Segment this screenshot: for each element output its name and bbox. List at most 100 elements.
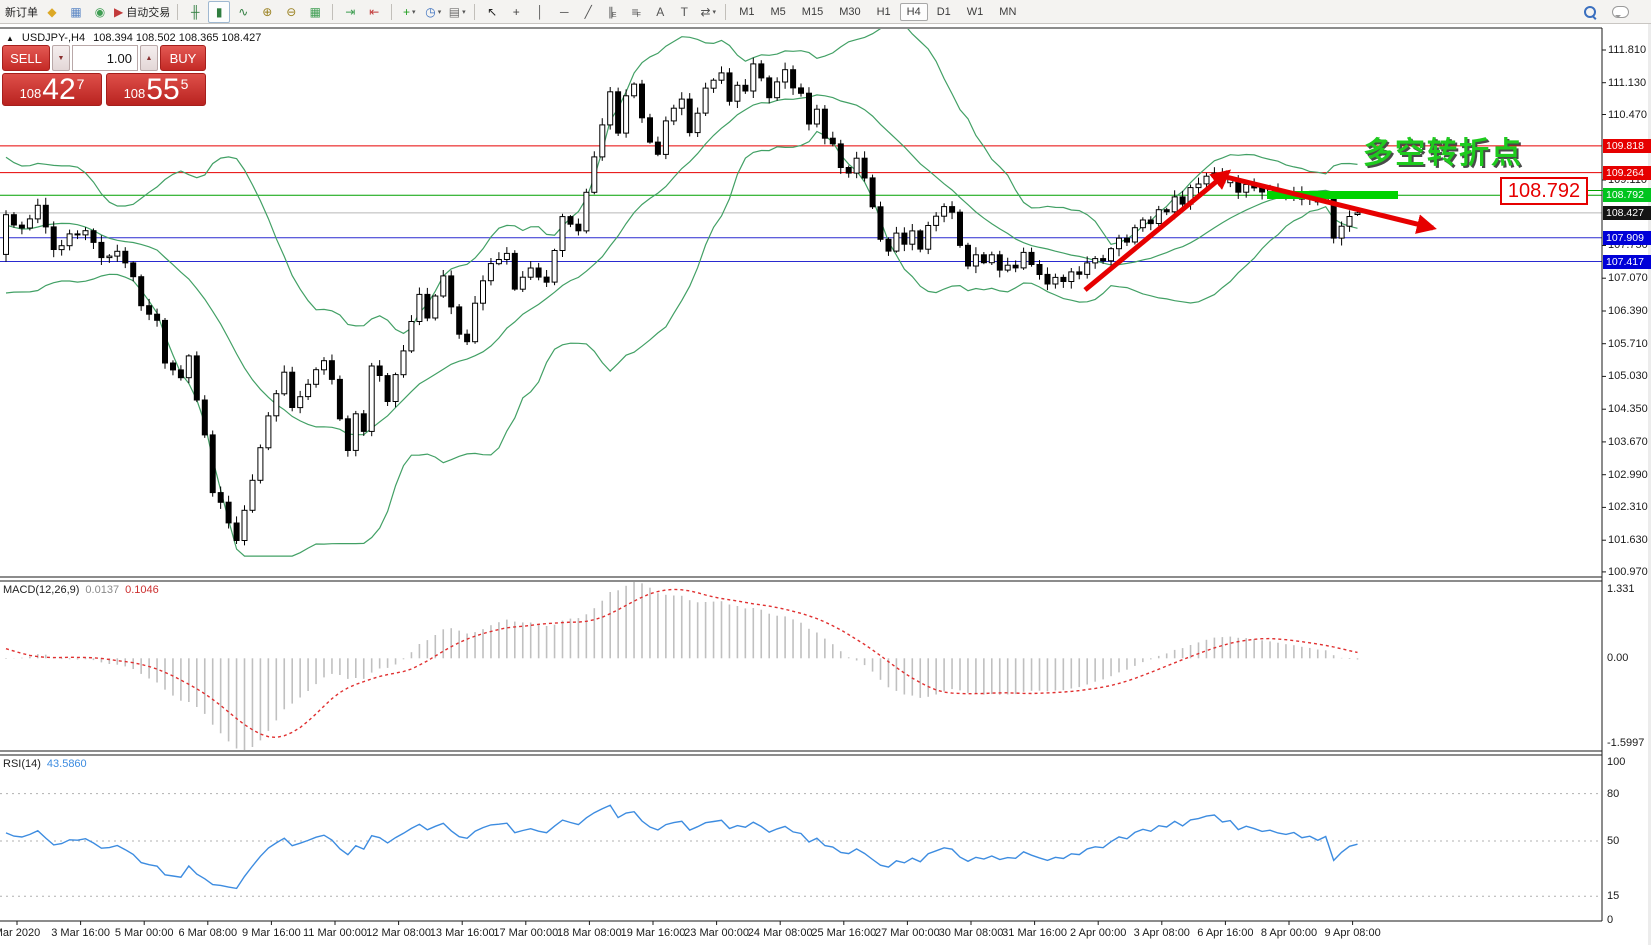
sell-price[interactable]: 108 42 7 xyxy=(2,73,102,106)
cursor-icon[interactable]: ↖ xyxy=(481,1,503,23)
time-axis-label: 11 Mar 00:00 xyxy=(303,927,367,939)
price-label-connector xyxy=(1588,190,1603,191)
price-label-box: 108.792 xyxy=(1500,177,1588,205)
timeframe-w1[interactable]: W1 xyxy=(960,3,991,21)
timeframe-m30[interactable]: M30 xyxy=(832,3,867,21)
rsi-axis-tick: 50 xyxy=(1607,835,1619,847)
dropdown-caret-icon[interactable]: ▾ xyxy=(462,8,466,16)
arrows-icon[interactable]: ⇄▾ xyxy=(697,1,719,23)
price-axis-tick: 105.710 xyxy=(1608,338,1648,350)
price-axis-tick: 103.670 xyxy=(1608,436,1648,448)
dropdown-caret-icon[interactable]: ▾ xyxy=(713,8,717,16)
time-axis-label: 3 Apr 08:00 xyxy=(1134,927,1190,939)
rsi-value: 43.5860 xyxy=(47,758,87,770)
crosshair-icon[interactable]: + xyxy=(505,1,527,23)
zoom-out-icon[interactable]: ⊖ xyxy=(280,1,302,23)
price-axis-tick: 100.970 xyxy=(1608,566,1648,578)
trendline-icon[interactable]: ╱ xyxy=(577,1,599,23)
market-watch-icon[interactable]: ▦ xyxy=(65,1,87,23)
text-icon[interactable]: A xyxy=(649,1,671,23)
time-axis-label: 27 Mar 00:00 xyxy=(875,927,940,939)
new-order-button[interactable]: 新订单 xyxy=(1,1,39,23)
buy-button[interactable]: BUY xyxy=(160,45,206,71)
volume-input[interactable]: 1.00 xyxy=(72,45,138,71)
macd-name: MACD(12,26,9) xyxy=(3,584,79,596)
dropdown-caret-icon[interactable]: ▾ xyxy=(438,8,442,16)
trendline-icon: ╱ xyxy=(585,6,592,18)
zoom-in-icon[interactable]: ⊕ xyxy=(256,1,278,23)
volume-increase-button[interactable]: ▲ xyxy=(140,45,158,71)
macd-axis-zero: 0.00 xyxy=(1607,652,1628,664)
strategy-tester-icon[interactable]: ◉ xyxy=(89,1,111,23)
timeframe-group: M1M5M15M30H1H4D1W1MN xyxy=(731,0,1024,23)
toolbar-separator xyxy=(177,4,178,20)
tile-windows-icon[interactable]: ▦ xyxy=(304,1,326,23)
time-axis-label: 31 Mar 16:00 xyxy=(1002,927,1067,939)
level-price-badge: 107.909 xyxy=(1603,231,1651,245)
trade-panel-toggle[interactable]: ▲ xyxy=(6,34,14,43)
rsi-line xyxy=(6,805,1358,888)
metaeditor-icon[interactable]: ◆ xyxy=(41,1,63,23)
candlestick-chart-icon[interactable]: ▮ xyxy=(208,1,230,23)
time-axis-label: 8 Apr 00:00 xyxy=(1261,927,1317,939)
indicators-icon[interactable]: +▾ xyxy=(398,1,420,23)
one-click-trading-panel: SELL ▼ 1.00 ▲ BUY 108 42 7 108 55 5 xyxy=(2,45,206,106)
auto-scroll-icon[interactable]: ⇥ xyxy=(339,1,361,23)
cursor-icon: ↖ xyxy=(487,6,497,18)
tool-subscript: E xyxy=(612,12,617,19)
text-label-icon[interactable]: T xyxy=(673,1,695,23)
bar-chart-icon[interactable]: ╫ xyxy=(184,1,206,23)
timeframe-d1[interactable]: D1 xyxy=(930,3,958,21)
level-price-badge: 107.417 xyxy=(1603,255,1651,269)
zoom-out-icon: ⊖ xyxy=(286,6,296,18)
crosshair-icon: + xyxy=(513,6,520,18)
rsi-axis-tick: 80 xyxy=(1607,788,1619,800)
templates-icon[interactable]: ▤▾ xyxy=(446,1,468,23)
macd-axis-min: -1.5997 xyxy=(1607,737,1644,749)
indicators-icon: + xyxy=(403,6,410,18)
price-axis-tick: 110.470 xyxy=(1608,109,1647,121)
time-axis-label: Mar 2020 xyxy=(0,927,40,939)
timeframe-m15[interactable]: M15 xyxy=(795,3,830,21)
timeframe-mn[interactable]: MN xyxy=(992,3,1023,21)
time-axis-label: 9 Apr 08:00 xyxy=(1324,927,1380,939)
timeframe-m5[interactable]: M5 xyxy=(764,3,793,21)
timeframe-h1[interactable]: H1 xyxy=(870,3,898,21)
rsi-panel xyxy=(0,794,1602,897)
macd-signal-value: 0.1046 xyxy=(125,584,159,596)
timeframe-m1[interactable]: M1 xyxy=(732,3,761,21)
macd-main-value: 0.0137 xyxy=(85,584,119,596)
horizontal-level-lines xyxy=(0,146,1602,262)
time-axis-label: 6 Mar 08:00 xyxy=(178,927,237,939)
buy-price[interactable]: 108 55 5 xyxy=(106,73,206,106)
auto-scroll-icon: ⇥ xyxy=(345,6,355,18)
volume-decrease-button[interactable]: ▼ xyxy=(52,45,70,71)
trend-down-arrow xyxy=(1222,176,1433,228)
autotrading-button[interactable]: ▶自动交易 xyxy=(113,1,171,23)
toolbar-dropdown-group: +▾◷▾▤▾ xyxy=(397,0,469,23)
search-icon[interactable] xyxy=(1584,6,1596,18)
dropdown-caret-icon[interactable]: ▾ xyxy=(412,8,416,16)
buy-price-sup: 5 xyxy=(181,76,189,92)
time-axis-label: 18 Mar 08:00 xyxy=(557,927,622,939)
timeframe-h4[interactable]: H4 xyxy=(900,3,928,21)
chart-shift-icon[interactable]: ⇤ xyxy=(363,1,385,23)
toolbar-scroll-group: ⇥⇤ xyxy=(338,0,386,23)
line-chart-icon[interactable]: ∿ xyxy=(232,1,254,23)
autotrading-button-label: 自动交易 xyxy=(126,4,170,20)
equidistant-channel-icon[interactable]: ∥E xyxy=(601,1,623,23)
support-highlight-bar xyxy=(1267,191,1398,199)
price-axis-tick: 101.630 xyxy=(1608,534,1648,546)
periods-icon[interactable]: ◷▾ xyxy=(422,1,444,23)
arrows-icon: ⇄ xyxy=(700,6,710,18)
sell-button[interactable]: SELL xyxy=(2,45,50,71)
price-axis-tick: 106.390 xyxy=(1608,305,1648,317)
vertical-line-icon[interactable]: │ xyxy=(529,1,551,23)
price-axis-tick: 111.810 xyxy=(1608,44,1646,56)
buy-price-prefix: 108 xyxy=(124,86,146,101)
chat-icon[interactable] xyxy=(1612,6,1629,18)
candlestick-series xyxy=(4,58,1361,546)
toolbar-draw-group: ↖+│─╱∥E≡FAT⇄▾ xyxy=(480,0,720,23)
horizontal-line-icon[interactable]: ─ xyxy=(553,1,575,23)
fibonacci-icon[interactable]: ≡F xyxy=(625,1,647,23)
